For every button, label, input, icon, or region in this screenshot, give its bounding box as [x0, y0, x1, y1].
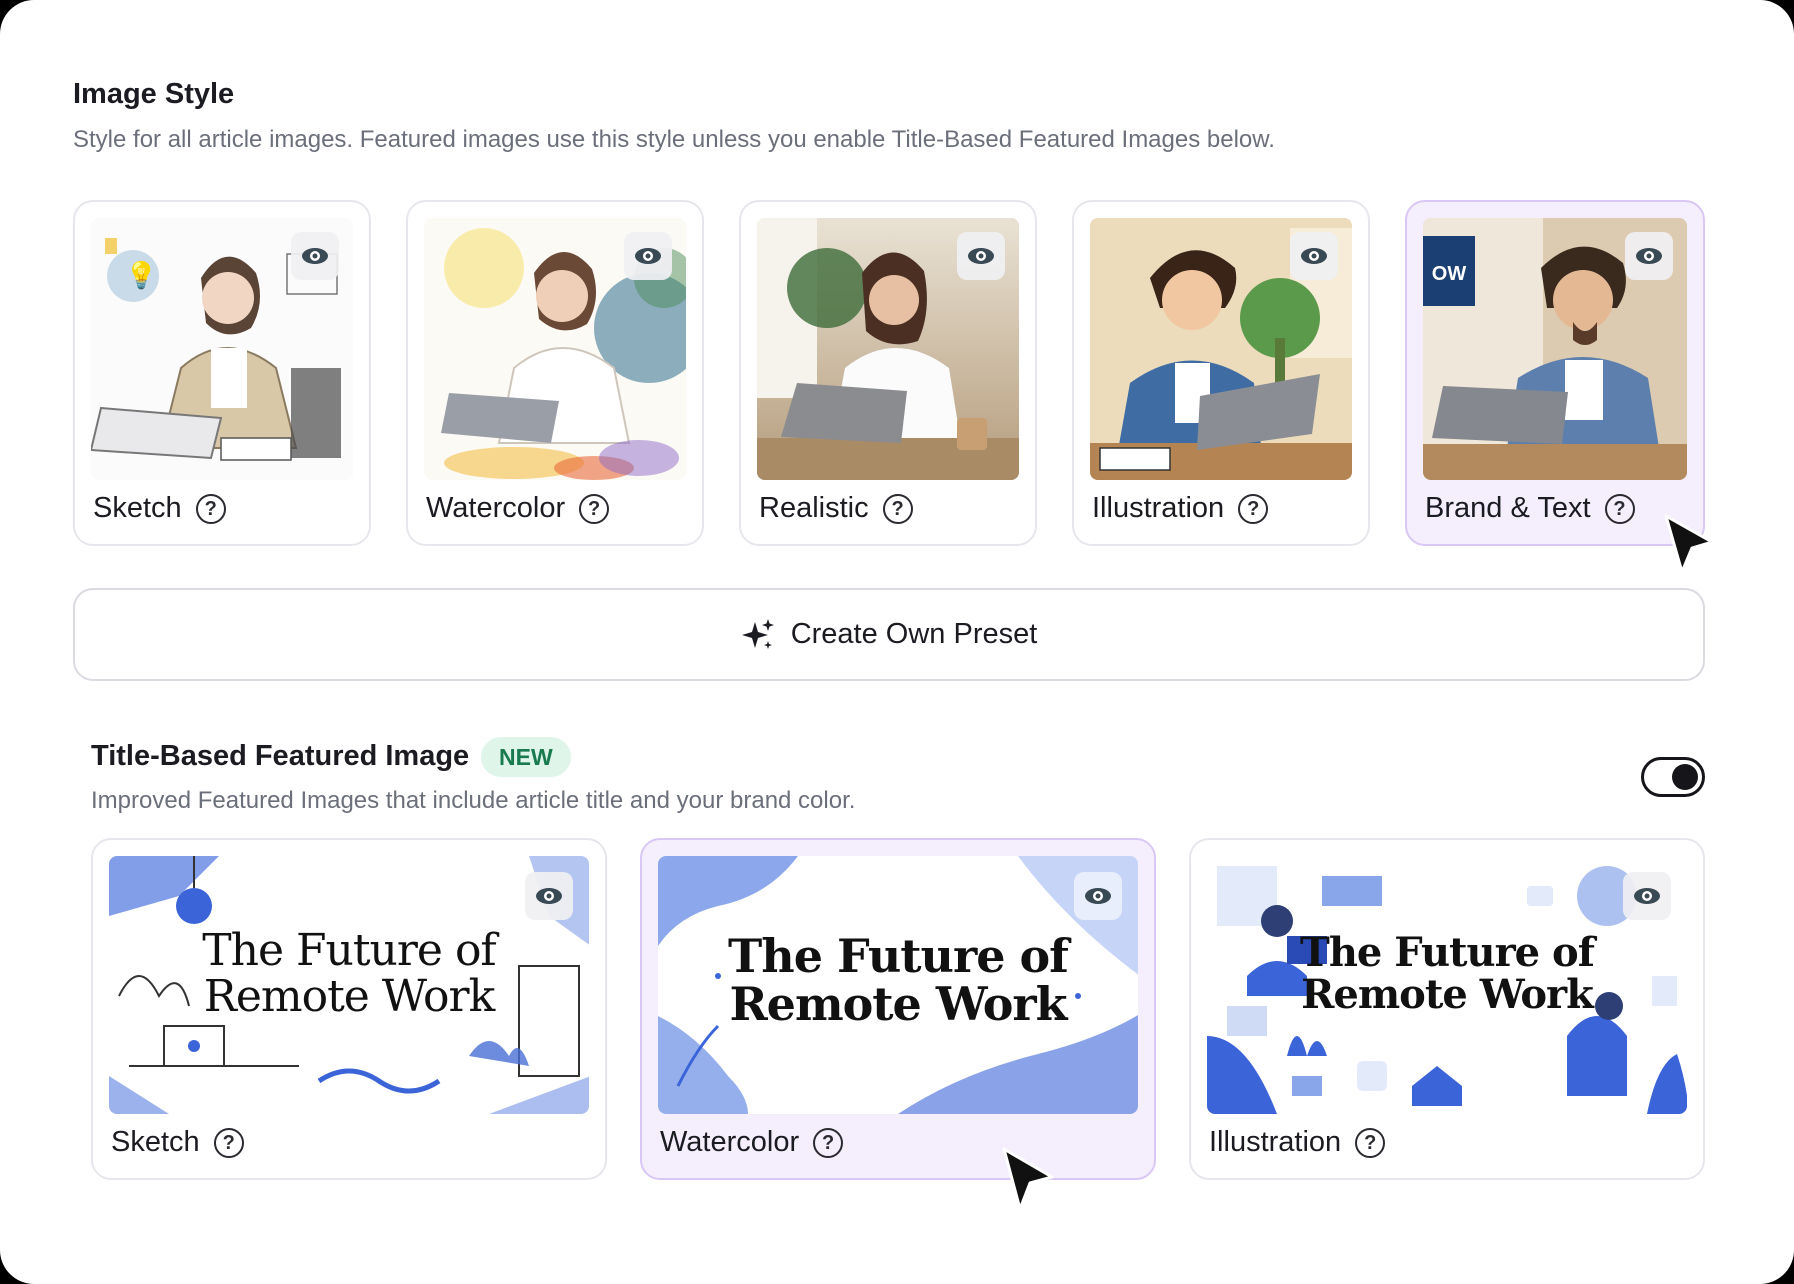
preview-button[interactable] [624, 232, 672, 280]
style-card-brand-text[interactable]: OW Brand & Text ? [1405, 200, 1705, 546]
preview-button[interactable] [1625, 232, 1673, 280]
toggle-knob [1672, 764, 1698, 790]
featured-title-text: The Future of Remote Work [202, 925, 496, 1023]
help-icon[interactable]: ? [1238, 493, 1269, 524]
featured-title-text: The Future of Remote Work [728, 929, 1069, 1032]
eye-icon [635, 248, 661, 264]
new-badge: NEW [481, 737, 571, 777]
featured-watercolor-thumbnail: The Future of Remote Work [658, 856, 1138, 1114]
featured-card-illustration[interactable]: The Future of Remote Work Illustration ? [1189, 838, 1705, 1180]
help-icon[interactable]: ? [882, 493, 913, 524]
mouse-cursor-icon [1664, 514, 1714, 574]
illustration-thumbnail [1090, 218, 1352, 480]
style-card-watercolor[interactable]: Watercolor ? [406, 200, 704, 546]
featured-card-label: Illustration ? [1209, 1126, 1386, 1159]
help-icon[interactable]: ? [195, 493, 226, 524]
style-card-label: Sketch ? [93, 492, 226, 525]
help-icon[interactable]: ? [213, 1127, 244, 1158]
preview-button[interactable] [1623, 872, 1671, 920]
style-card-sketch[interactable]: 💡 Sketch ? [73, 200, 371, 546]
style-card-illustration[interactable]: Illustration ? [1072, 200, 1370, 546]
style-card-row: 💡 Sketch ? Watercolor ? Realistic ? Illu… [73, 200, 1705, 546]
help-icon[interactable]: ? [1355, 1127, 1386, 1158]
realistic-thumbnail [757, 218, 1019, 480]
featured-title-text: The Future of Remote Work [1300, 929, 1595, 1018]
eye-icon [1636, 248, 1662, 264]
svg-text:💡: 💡 [125, 260, 157, 290]
preview-button[interactable] [525, 872, 573, 920]
brand-thumb-text: OW [1431, 263, 1467, 285]
help-icon[interactable]: ? [813, 1127, 844, 1158]
image-style-description: Style for all article images. Featured i… [73, 126, 1275, 153]
create-own-preset-label: Create Own Preset [790, 618, 1038, 650]
featured-card-sketch[interactable]: The Future of Remote Work Sketch ? [91, 838, 607, 1180]
featured-card-label: Watercolor ? [660, 1126, 844, 1159]
help-icon[interactable]: ? [579, 493, 610, 524]
mouse-cursor-icon [1002, 1147, 1054, 1211]
style-card-realistic[interactable]: Realistic ? [739, 200, 1037, 546]
sparkles-icon [741, 618, 774, 649]
eye-icon [302, 248, 328, 264]
style-card-label: Realistic ? [759, 492, 913, 525]
style-card-label: Brand & Text ? [1425, 492, 1635, 525]
preview-button[interactable] [1074, 872, 1122, 920]
help-icon[interactable]: ? [1604, 493, 1635, 524]
title-based-description: Improved Featured Images that include ar… [91, 787, 856, 814]
style-card-label: Watercolor ? [426, 492, 610, 525]
image-style-title: Image Style [73, 78, 235, 110]
watercolor-thumbnail [424, 218, 686, 480]
eye-icon [968, 248, 994, 264]
preview-button[interactable] [291, 232, 339, 280]
brand-text-thumbnail: OW [1423, 218, 1687, 480]
style-card-label: Illustration ? [1092, 492, 1269, 525]
sketch-thumbnail: 💡 [91, 218, 353, 480]
featured-card-watercolor[interactable]: The Future of Remote Work Watercolor ? [640, 838, 1156, 1180]
featured-sketch-thumbnail: The Future of Remote Work [109, 856, 589, 1114]
eye-icon [536, 888, 562, 904]
create-own-preset-button[interactable]: Create Own Preset [73, 588, 1705, 681]
preview-button[interactable] [957, 232, 1005, 280]
featured-illustration-thumbnail: The Future of Remote Work [1207, 856, 1687, 1114]
eye-icon [1301, 248, 1327, 264]
title-based-title: Title-Based Featured Image [91, 740, 470, 772]
title-based-toggle[interactable] [1641, 757, 1705, 797]
preview-button[interactable] [1290, 232, 1338, 280]
settings-panel: Image Style Style for all article images… [0, 0, 1794, 1284]
eye-icon [1634, 888, 1660, 904]
featured-card-label: Sketch ? [111, 1126, 244, 1159]
eye-icon [1085, 888, 1111, 904]
